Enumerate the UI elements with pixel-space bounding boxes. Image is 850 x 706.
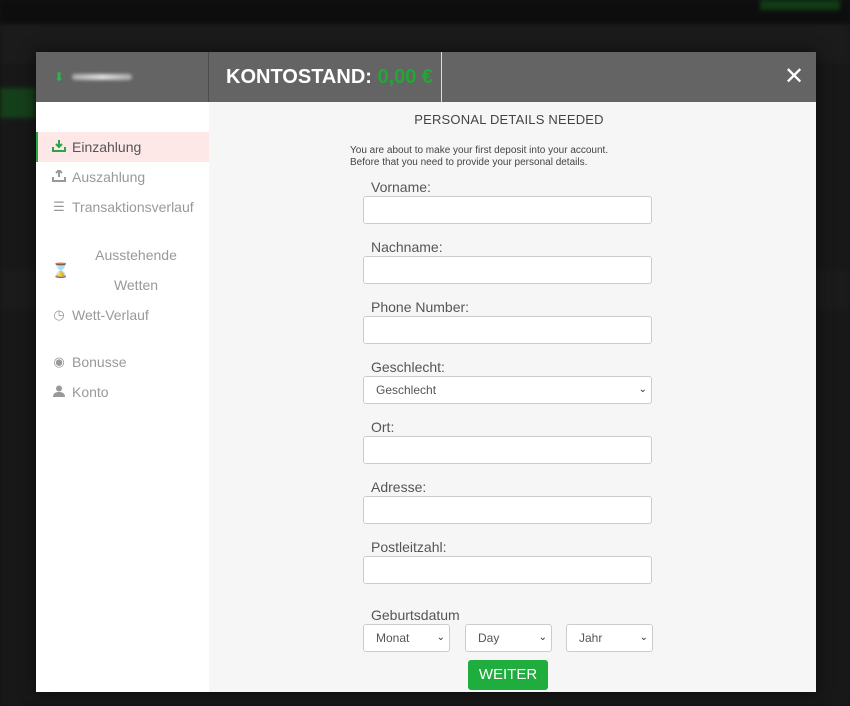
day-value: Day	[478, 631, 500, 645]
form-title: PERSONAL DETAILS NEEDED	[414, 112, 604, 127]
chevron-down-icon: ⌄	[638, 384, 647, 395]
deposit-modal: ⬇ KONTOSTAND: 0,00 € ✕ Einzahlung Auszah…	[36, 52, 816, 692]
intro-line: Before that you need to provide your per…	[350, 157, 588, 168]
list-icon: ☰	[53, 199, 65, 214]
monat-select[interactable]: Monat ⌄	[363, 624, 450, 652]
phone-field[interactable]	[363, 316, 652, 344]
blurred-username	[72, 74, 133, 80]
download-icon: ⬇	[54, 70, 65, 84]
sidebar-item-label: Bonusse	[72, 354, 127, 370]
chevron-down-icon: ⌄	[436, 632, 445, 643]
sidebar-item-label: Einzahlung	[72, 139, 142, 155]
jahr-select[interactable]: Jahr ⌄	[566, 624, 653, 652]
sidebar-item-bonusse[interactable]: ◉ Bonusse	[36, 347, 209, 377]
ort-label: Ort:	[371, 419, 395, 435]
upload-tray-icon	[52, 168, 66, 185]
chevron-down-icon: ⌄	[639, 632, 648, 643]
phone-label: Phone Number:	[371, 299, 470, 315]
user-box: ⬇	[36, 52, 209, 102]
form-intro: You are about to make your first deposit…	[350, 145, 608, 169]
sidebar-item-label: Wetten	[113, 277, 159, 293]
download-tray-icon	[52, 139, 66, 155]
sidebar-item-wett-verlauf[interactable]: ◷ Wett-Verlauf	[36, 300, 209, 330]
sidebar-item-transaktionsverlauf[interactable]: ☰ Transaktionsverlauf	[36, 192, 209, 222]
account-sidebar: Einzahlung Auszahlung ☰ Transaktionsverl…	[36, 102, 209, 692]
user-icon	[52, 385, 66, 400]
header-divider	[441, 52, 442, 102]
clock-icon: ◷	[53, 307, 65, 322]
geschlecht-label: Geschlecht:	[371, 359, 445, 375]
weiter-button[interactable]: WEITER	[468, 660, 548, 690]
nachname-label: Nachname:	[371, 239, 443, 255]
sidebar-item-label: Wett-Verlauf	[72, 307, 149, 323]
nachname-field[interactable]	[363, 256, 652, 284]
ort-field[interactable]	[363, 436, 652, 464]
personal-details-form: PERSONAL DETAILS NEEDED You are about to…	[209, 102, 816, 692]
adresse-label: Adresse:	[371, 479, 427, 495]
postleitzahl-label: Postleitzahl:	[371, 539, 447, 555]
close-icon[interactable]: ✕	[782, 64, 806, 90]
balance-display: KONTOSTAND: 0,00 €	[226, 52, 433, 102]
sidebar-item-label: Ausstehende	[95, 247, 177, 263]
bonus-icon: ◉	[53, 354, 65, 369]
sidebar-item-label: Auszahlung	[72, 169, 146, 185]
adresse-field[interactable]	[363, 496, 652, 524]
chevron-down-icon: ⌄	[538, 632, 547, 643]
jahr-value: Jahr	[579, 631, 603, 645]
geburtsdatum-label: Geburtsdatum	[371, 607, 460, 623]
vorname-field[interactable]	[363, 196, 652, 224]
postleitzahl-field[interactable]	[363, 556, 652, 584]
sidebar-item-label: Konto	[72, 384, 109, 400]
sidebar-item-auszahlung[interactable]: Auszahlung	[36, 162, 209, 192]
vorname-label: Vorname:	[371, 179, 431, 195]
balance-label: KONTOSTAND:	[226, 66, 372, 88]
geschlecht-select[interactable]: Geschlecht ⌄	[363, 376, 652, 404]
sidebar-item-konto[interactable]: Konto	[36, 377, 209, 407]
sidebar-item-einzahlung[interactable]: Einzahlung	[36, 132, 209, 162]
modal-header: ⬇ KONTOSTAND: 0,00 € ✕	[36, 52, 816, 102]
day-select[interactable]: Day ⌄	[465, 624, 552, 652]
sidebar-item-label: Transaktionsverlauf	[72, 199, 194, 215]
sidebar-item-ausstehende-wetten[interactable]: ⌛ Ausstehende Wetten	[36, 240, 209, 300]
balance-amount: 0,00 €	[377, 66, 434, 88]
geschlecht-value: Geschlecht	[376, 383, 437, 397]
monat-value: Monat	[376, 631, 410, 645]
hourglass-icon: ⌛	[52, 262, 70, 278]
intro-line: You are about to make your first deposit…	[350, 145, 609, 156]
